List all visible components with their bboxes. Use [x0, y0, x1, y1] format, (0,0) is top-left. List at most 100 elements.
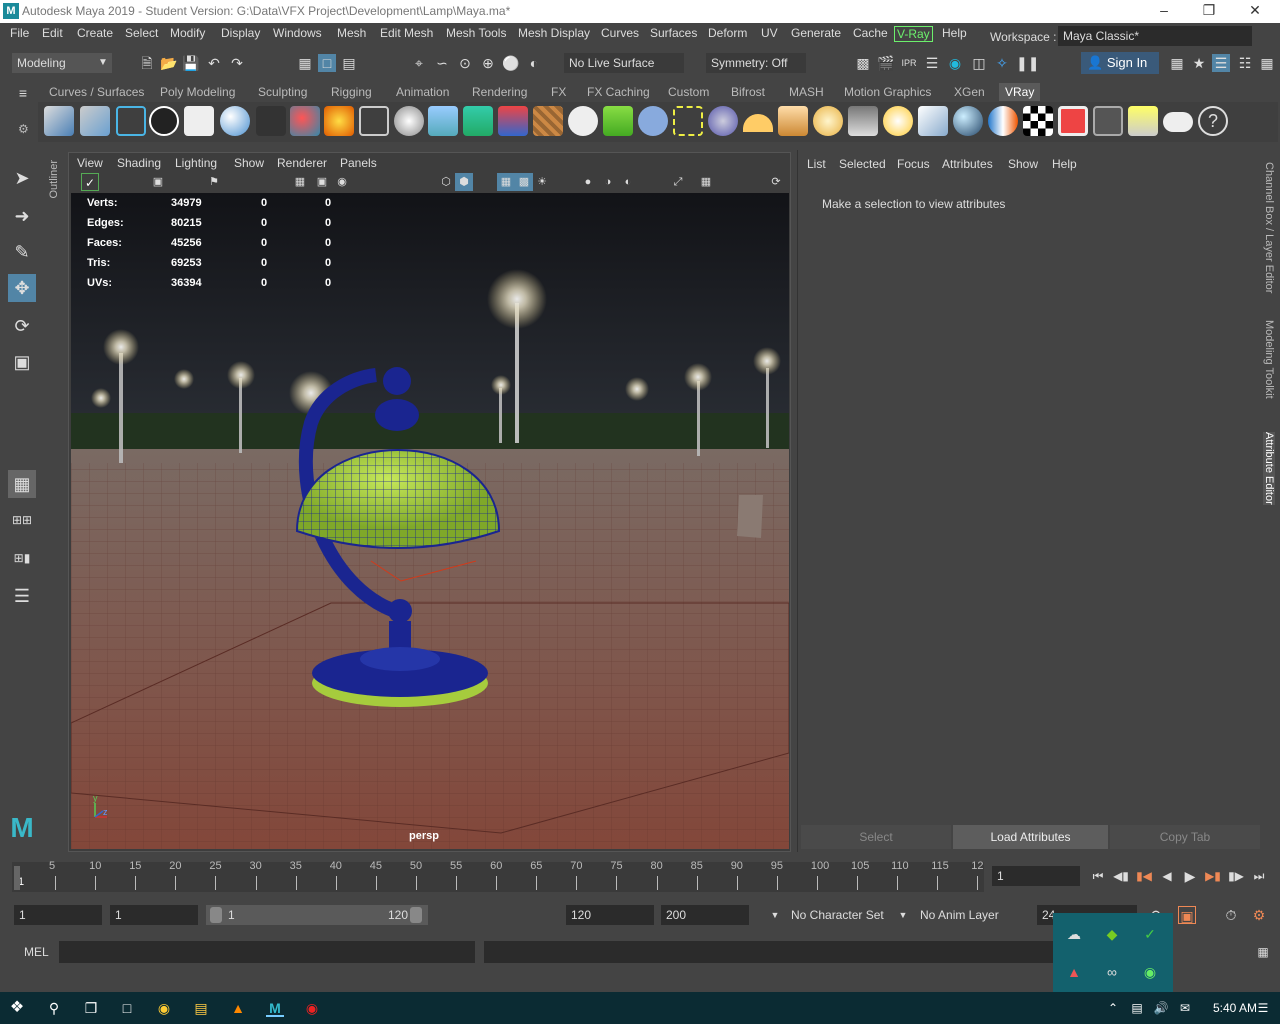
tab-vray[interactable]: VRay — [999, 83, 1041, 101]
vray-environment-icon[interactable] — [463, 106, 493, 136]
lasso-tool-icon[interactable]: ➜ — [8, 202, 36, 230]
minimize-icon[interactable]: – — [1154, 2, 1174, 18]
notification-center-icon[interactable]: ☰ — [1254, 999, 1272, 1017]
go-to-end-icon[interactable]: ⏭ — [1250, 867, 1268, 885]
select-component-icon[interactable]: ▤ — [340, 54, 358, 72]
vray-light-array-icon[interactable] — [44, 106, 74, 136]
play-backward-icon[interactable]: ◀ — [1158, 867, 1176, 885]
tab-xgen[interactable]: XGen — [954, 85, 985, 99]
menu-mesh-tools[interactable]: Mesh Tools — [446, 26, 506, 40]
vray-frame-buffer-icon[interactable] — [116, 106, 146, 136]
vray-proxy-icon[interactable] — [498, 106, 528, 136]
attribute-editor-toggle-icon[interactable]: ☰ — [1212, 54, 1230, 72]
notifications-icon[interactable]: ✉ — [1176, 999, 1194, 1017]
vray-table-icon[interactable] — [1093, 106, 1123, 136]
character-set-dropdown[interactable]: No Character Set — [786, 905, 886, 925]
current-frame-field[interactable]: 1 — [992, 866, 1080, 886]
tab-fx-caching[interactable]: FX Caching — [587, 85, 650, 99]
wireframe-on-shaded-icon[interactable]: ▦ — [497, 173, 515, 191]
scale-tool-icon[interactable]: ▣ — [8, 348, 36, 376]
range-slider-handle-end[interactable] — [410, 907, 422, 923]
vray-ies-light-icon[interactable] — [848, 106, 878, 136]
tab-motion-graphics[interactable]: Motion Graphics — [844, 85, 931, 99]
vray-ipr-icon[interactable]: ✧ — [993, 54, 1011, 72]
windows-start-icon[interactable]: ❖ — [8, 999, 26, 1017]
range-slider-handle-start[interactable] — [210, 907, 222, 923]
tab-channel-box[interactable]: Channel Box / Layer Editor — [1263, 162, 1275, 293]
ipr-render-icon[interactable]: IPR — [900, 54, 918, 72]
single-pane-layout-icon[interactable]: ▦ — [8, 470, 36, 498]
range-slider[interactable]: 1 120 — [206, 905, 428, 925]
snap-grid-icon[interactable]: ⌖ — [410, 54, 428, 72]
script-language-label[interactable]: MEL — [24, 945, 49, 959]
script-editor-icon[interactable]: ▦ — [1254, 943, 1272, 961]
vray-material-icon[interactable] — [290, 106, 320, 136]
vray-camera-icon[interactable] — [256, 106, 286, 136]
vray-wireframe-icon[interactable] — [359, 106, 389, 136]
vray-checker-icon[interactable] — [1023, 106, 1053, 136]
vray-spot-icon[interactable] — [778, 106, 808, 136]
vray-particle-icon[interactable] — [638, 106, 668, 136]
tab-animation[interactable]: Animation — [396, 85, 449, 99]
menu-mesh[interactable]: Mesh — [337, 26, 366, 40]
menu-mesh-display[interactable]: Mesh Display — [518, 26, 590, 40]
select-tool-icon[interactable]: ➤ — [8, 164, 36, 192]
recording-app-icon[interactable]: ◉ — [303, 999, 321, 1017]
menu-deform[interactable]: Deform — [708, 26, 747, 40]
wireframe-toggle-icon[interactable]: ⬡ — [437, 173, 455, 191]
render-settings-icon[interactable]: ☰ — [923, 54, 941, 72]
load-attributes-button[interactable]: Load Attributes — [953, 825, 1108, 849]
volume-icon[interactable]: 🔊 — [1152, 999, 1170, 1017]
tab-poly-modeling[interactable]: Poly Modeling — [160, 85, 235, 99]
modeling-toolkit-icon[interactable]: ▦ — [1168, 54, 1186, 72]
menu-display[interactable]: Display — [221, 26, 260, 40]
smooth-shade-icon[interactable]: ⬢ — [455, 173, 473, 191]
attr-menu-selected[interactable]: Selected — [839, 157, 886, 171]
human-ik-icon[interactable]: ★ — [1190, 54, 1208, 72]
vray-fire-icon[interactable] — [324, 106, 354, 136]
open-scene-icon[interactable]: 📂 — [160, 54, 178, 72]
anim-layer-dropdown[interactable]: No Anim Layer — [915, 905, 1015, 925]
go-to-start-icon[interactable]: ⏮ — [1089, 867, 1107, 885]
vray-render-icon[interactable]: ◫ — [970, 54, 988, 72]
tab-custom[interactable]: Custom — [668, 85, 709, 99]
vray-dome-half-icon[interactable] — [743, 114, 773, 132]
two-pane-layout-icon[interactable]: ⊞▮ — [8, 544, 36, 572]
vlc-icon[interactable]: ▲ — [229, 999, 247, 1017]
vray-vfb-icon[interactable] — [1058, 106, 1088, 136]
tray-overflow-icon[interactable]: ⌃ — [1104, 999, 1122, 1017]
tab-mash[interactable]: MASH — [789, 85, 824, 99]
select-button[interactable]: Select — [801, 825, 951, 849]
copy-tab-button[interactable]: Copy Tab — [1110, 825, 1260, 849]
film-gate-icon[interactable]: ▣ — [313, 173, 331, 191]
step-back-key-icon[interactable]: ◀▮ — [1112, 867, 1130, 885]
step-back-frame-icon[interactable]: ▮◀ — [1135, 867, 1153, 885]
play-forward-icon[interactable]: ▶ — [1181, 867, 1199, 885]
workspace-dropdown[interactable]: Maya Classic* — [1058, 26, 1252, 46]
search-icon[interactable]: ⚲ — [45, 999, 63, 1017]
vray-rect-light-icon[interactable] — [918, 106, 948, 136]
channel-box-icon[interactable]: ▦ — [1258, 54, 1276, 72]
outliner-tab[interactable]: Outliner — [44, 150, 66, 350]
clock[interactable]: 5:40 AM — [1213, 1001, 1257, 1015]
step-forward-key-icon[interactable]: ▮▶ — [1227, 867, 1245, 885]
vray-texture-icon[interactable] — [533, 106, 563, 136]
menu-help[interactable]: Help — [942, 26, 967, 40]
onedrive-offline-icon[interactable]: ☁ — [1065, 925, 1083, 943]
vray-light-lister-icon[interactable] — [1128, 106, 1158, 136]
vray-dome-icon[interactable] — [220, 106, 250, 136]
symmetry-field[interactable]: Symmetry: Off — [706, 53, 806, 73]
menu-generate[interactable]: Generate — [791, 26, 841, 40]
outliner-layout-icon[interactable]: ☰ — [8, 582, 36, 610]
close-icon[interactable]: ✕ — [1245, 2, 1265, 19]
playback-start-field[interactable]: 1 — [110, 905, 198, 925]
time-slider[interactable]: 5 10 15 20 25 30 35 40 45 50 55 60 65 70 75 80 85 90 95 100… — [0, 858, 1280, 896]
menu-create[interactable]: Create — [77, 26, 113, 40]
menu-cache[interactable]: Cache — [853, 26, 888, 40]
snap-view-icon[interactable]: ⊕ — [479, 54, 497, 72]
live-surface-field[interactable]: No Live Surface — [564, 53, 684, 73]
shadows-icon[interactable]: ◑ — [599, 173, 617, 191]
vray-logo-icon[interactable] — [149, 106, 179, 136]
antivirus-icon[interactable]: ✓ — [1141, 925, 1159, 943]
menu-modify[interactable]: Modify — [170, 26, 205, 40]
